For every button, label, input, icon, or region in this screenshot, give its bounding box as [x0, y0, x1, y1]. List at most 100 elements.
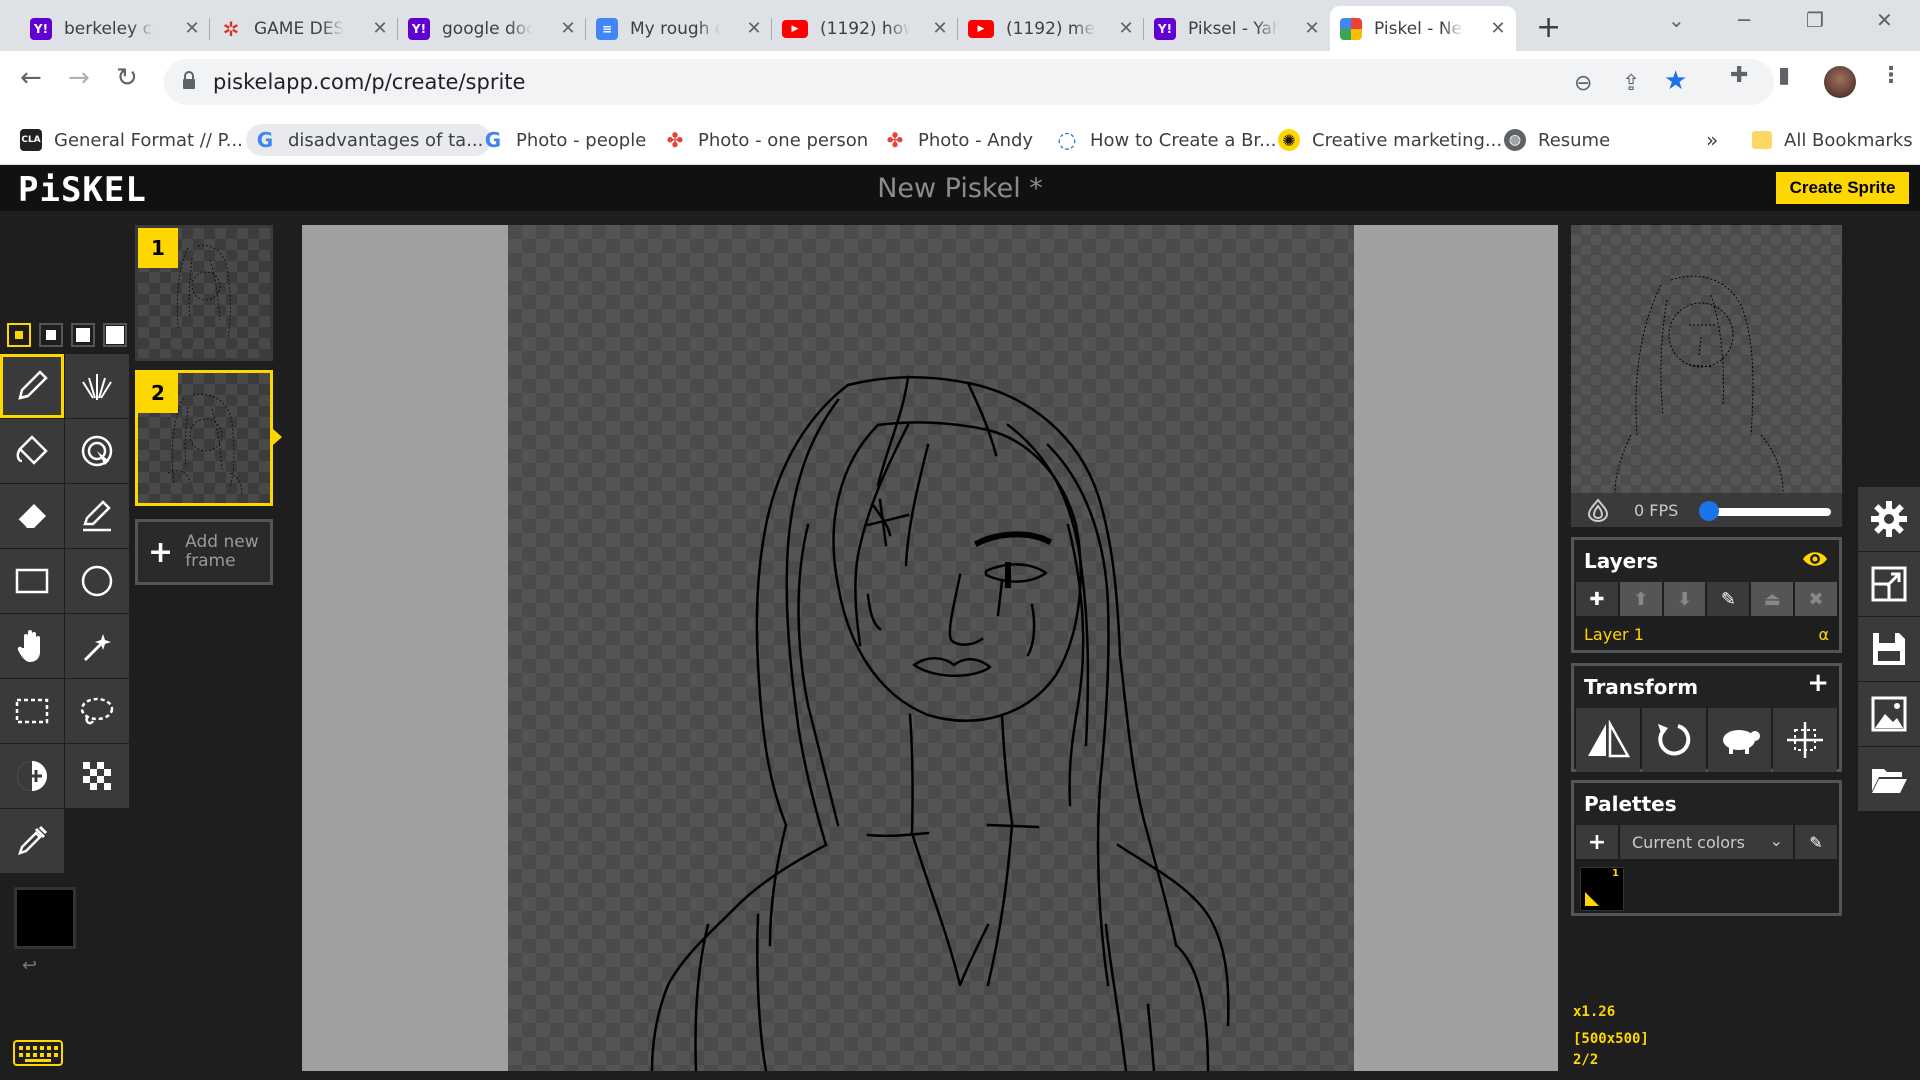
pen-size-4[interactable]: [103, 323, 127, 347]
move-layer-down-button[interactable]: ⬇: [1663, 582, 1706, 616]
settings-button[interactable]: [1858, 487, 1920, 551]
pen-size-2[interactable]: [39, 323, 63, 347]
tab-title: berkeley college: [64, 18, 154, 39]
frame-thumbnail-1[interactable]: 1: [135, 225, 273, 361]
tab-berkeley[interactable]: Y! berkeley college ✕: [20, 6, 210, 51]
bookmark-creative-marketing[interactable]: ✺ Creative marketing...: [1278, 124, 1502, 156]
bookmark-resume[interactable]: ◍ Resume: [1504, 124, 1610, 156]
fps-slider[interactable]: [1706, 508, 1831, 516]
add-layer-button[interactable]: ✚: [1576, 582, 1618, 616]
tab-rough-draft[interactable]: ≡ My rough draft ✕: [586, 6, 772, 51]
pen-tool[interactable]: [0, 354, 64, 418]
profile-avatar[interactable]: [1824, 66, 1856, 98]
bookmark-photo-people[interactable]: G Photo - people: [482, 124, 647, 156]
layer-opacity-button[interactable]: α: [1818, 625, 1829, 644]
layer-item-1[interactable]: Layer 1 α: [1574, 616, 1839, 652]
dithering-tool[interactable]: [65, 744, 129, 808]
flip-button[interactable]: [1576, 708, 1640, 772]
rotate-button[interactable]: [1641, 708, 1706, 772]
circle-tool[interactable]: [65, 549, 129, 613]
edit-palette-button[interactable]: ✎: [1795, 825, 1837, 859]
new-tab-button[interactable]: +: [1536, 10, 1561, 45]
color-picker-tool[interactable]: [0, 809, 64, 873]
vertical-mirror-pen-tool[interactable]: [65, 354, 129, 418]
close-icon[interactable]: ✕: [370, 18, 390, 39]
close-icon[interactable]: ✕: [1116, 18, 1136, 39]
zoom-out-icon[interactable]: ⊖: [1574, 71, 1592, 96]
align-center-button[interactable]: [1773, 708, 1837, 772]
drawing-stage[interactable]: [302, 225, 1558, 1071]
tab-search-chevron-icon[interactable]: ⌄: [1668, 8, 1685, 32]
close-icon[interactable]: ✕: [1488, 18, 1508, 39]
create-sprite-button[interactable]: Create Sprite: [1776, 172, 1909, 204]
tab-youtube-1[interactable]: ▶ (1192) how to ✕: [772, 6, 958, 51]
pen-size-1[interactable]: [7, 323, 31, 347]
add-new-frame-button[interactable]: + Add new frame: [135, 519, 273, 585]
plus-icon[interactable]: +: [1807, 668, 1829, 698]
tab-piksel-yahoo[interactable]: Y! Piksel - Yahoo ✕: [1144, 6, 1330, 51]
tab-game-design[interactable]: ✲ GAME DESIGN ✕: [210, 6, 398, 51]
tab-youtube-2[interactable]: ▶ (1192) mermaid ✕: [958, 6, 1144, 51]
reload-icon[interactable]: ↻: [116, 63, 138, 93]
forward-arrow-icon[interactable]: →: [68, 63, 90, 93]
lighten-tool[interactable]: [0, 744, 64, 808]
move-tool[interactable]: [0, 614, 64, 678]
bookmark-how-to-create[interactable]: ◌ How to Create a Br...: [1056, 124, 1276, 156]
lasso-selection-tool[interactable]: [65, 679, 129, 743]
clone-button[interactable]: [1707, 708, 1772, 772]
open-button[interactable]: [1858, 747, 1920, 811]
fps-slider-thumb[interactable]: [1699, 501, 1719, 521]
close-icon[interactable]: ✕: [930, 18, 950, 39]
menu-kebab-icon[interactable]: ⋮: [1880, 63, 1902, 88]
all-bookmarks-folder[interactable]: All Bookmarks: [1752, 124, 1913, 156]
drawing-canvas[interactable]: [508, 225, 1354, 1071]
palette-select[interactable]: Current colors ⌄: [1620, 825, 1793, 859]
tab-piskel-active[interactable]: ▦ Piskel - New ✕: [1330, 6, 1516, 51]
bookmark-photo-one-person[interactable]: ✤ Photo - one person: [664, 124, 869, 156]
back-arrow-icon[interactable]: ←: [20, 63, 42, 93]
bookmark-photo-andy[interactable]: ✤ Photo - Andy: [884, 124, 1033, 156]
eraser-tool[interactable]: [0, 484, 64, 548]
export-button[interactable]: [1858, 682, 1920, 746]
stroke-tool[interactable]: [65, 484, 129, 548]
share-icon[interactable]: ⇪: [1622, 71, 1640, 96]
tab-google-docs[interactable]: Y! google docs ✕: [398, 6, 586, 51]
frame-thumbnail-2[interactable]: 2: [135, 370, 282, 506]
more-bookmarks-button[interactable]: »: [1706, 124, 1718, 156]
bookmark-disadvantages[interactable]: G disadvantages of ta...: [246, 124, 492, 156]
swap-colors-icon[interactable]: ↩: [22, 955, 37, 976]
delete-layer-button[interactable]: ✖: [1795, 582, 1837, 616]
paint-same-color-tool[interactable]: [65, 419, 129, 483]
merge-layer-button[interactable]: ⏏: [1751, 582, 1794, 616]
bookmark-star-icon[interactable]: ★: [1664, 66, 1687, 96]
palette-swatch-1[interactable]: 1: [1580, 867, 1624, 911]
close-icon[interactable]: ✕: [744, 18, 764, 39]
eye-icon[interactable]: [1801, 548, 1829, 570]
piskel-title[interactable]: New Piskel *: [0, 173, 1920, 204]
edit-layer-button[interactable]: ✎: [1707, 582, 1750, 616]
pen-size-3[interactable]: [71, 323, 95, 347]
close-icon[interactable]: ✕: [558, 18, 578, 39]
address-bar[interactable]: piskelapp.com/p/create/sprite ⊖ ⇪ ★: [164, 59, 1774, 105]
primary-color-swatch[interactable]: [14, 887, 76, 949]
animation-preview[interactable]: [1571, 225, 1842, 493]
restore-icon[interactable]: ❐: [1806, 8, 1824, 32]
rectangle-selection-tool[interactable]: [0, 679, 64, 743]
window-close-icon[interactable]: ✕: [1876, 8, 1893, 32]
close-icon[interactable]: ✕: [182, 18, 202, 39]
keyboard-shortcuts-icon[interactable]: [13, 1040, 63, 1066]
move-layer-up-button[interactable]: ⬆: [1619, 582, 1662, 616]
save-button[interactable]: [1858, 617, 1920, 681]
add-palette-button[interactable]: +: [1576, 825, 1618, 859]
rectangle-tool[interactable]: [0, 549, 64, 613]
side-panel-icon[interactable]: ▮: [1778, 63, 1790, 88]
minimize-icon[interactable]: ─: [1738, 8, 1750, 32]
bookmark-general-format[interactable]: CLA General Format // P...: [20, 124, 243, 156]
extensions-puzzle-icon[interactable]: ✚: [1730, 63, 1748, 88]
close-icon[interactable]: ✕: [1302, 18, 1322, 39]
palette-selected-label: Current colors: [1632, 832, 1745, 852]
shape-selection-tool[interactable]: [65, 614, 129, 678]
onion-skin-icon[interactable]: [1585, 498, 1611, 522]
resize-button[interactable]: [1858, 552, 1920, 616]
paint-bucket-tool[interactable]: [0, 419, 64, 483]
